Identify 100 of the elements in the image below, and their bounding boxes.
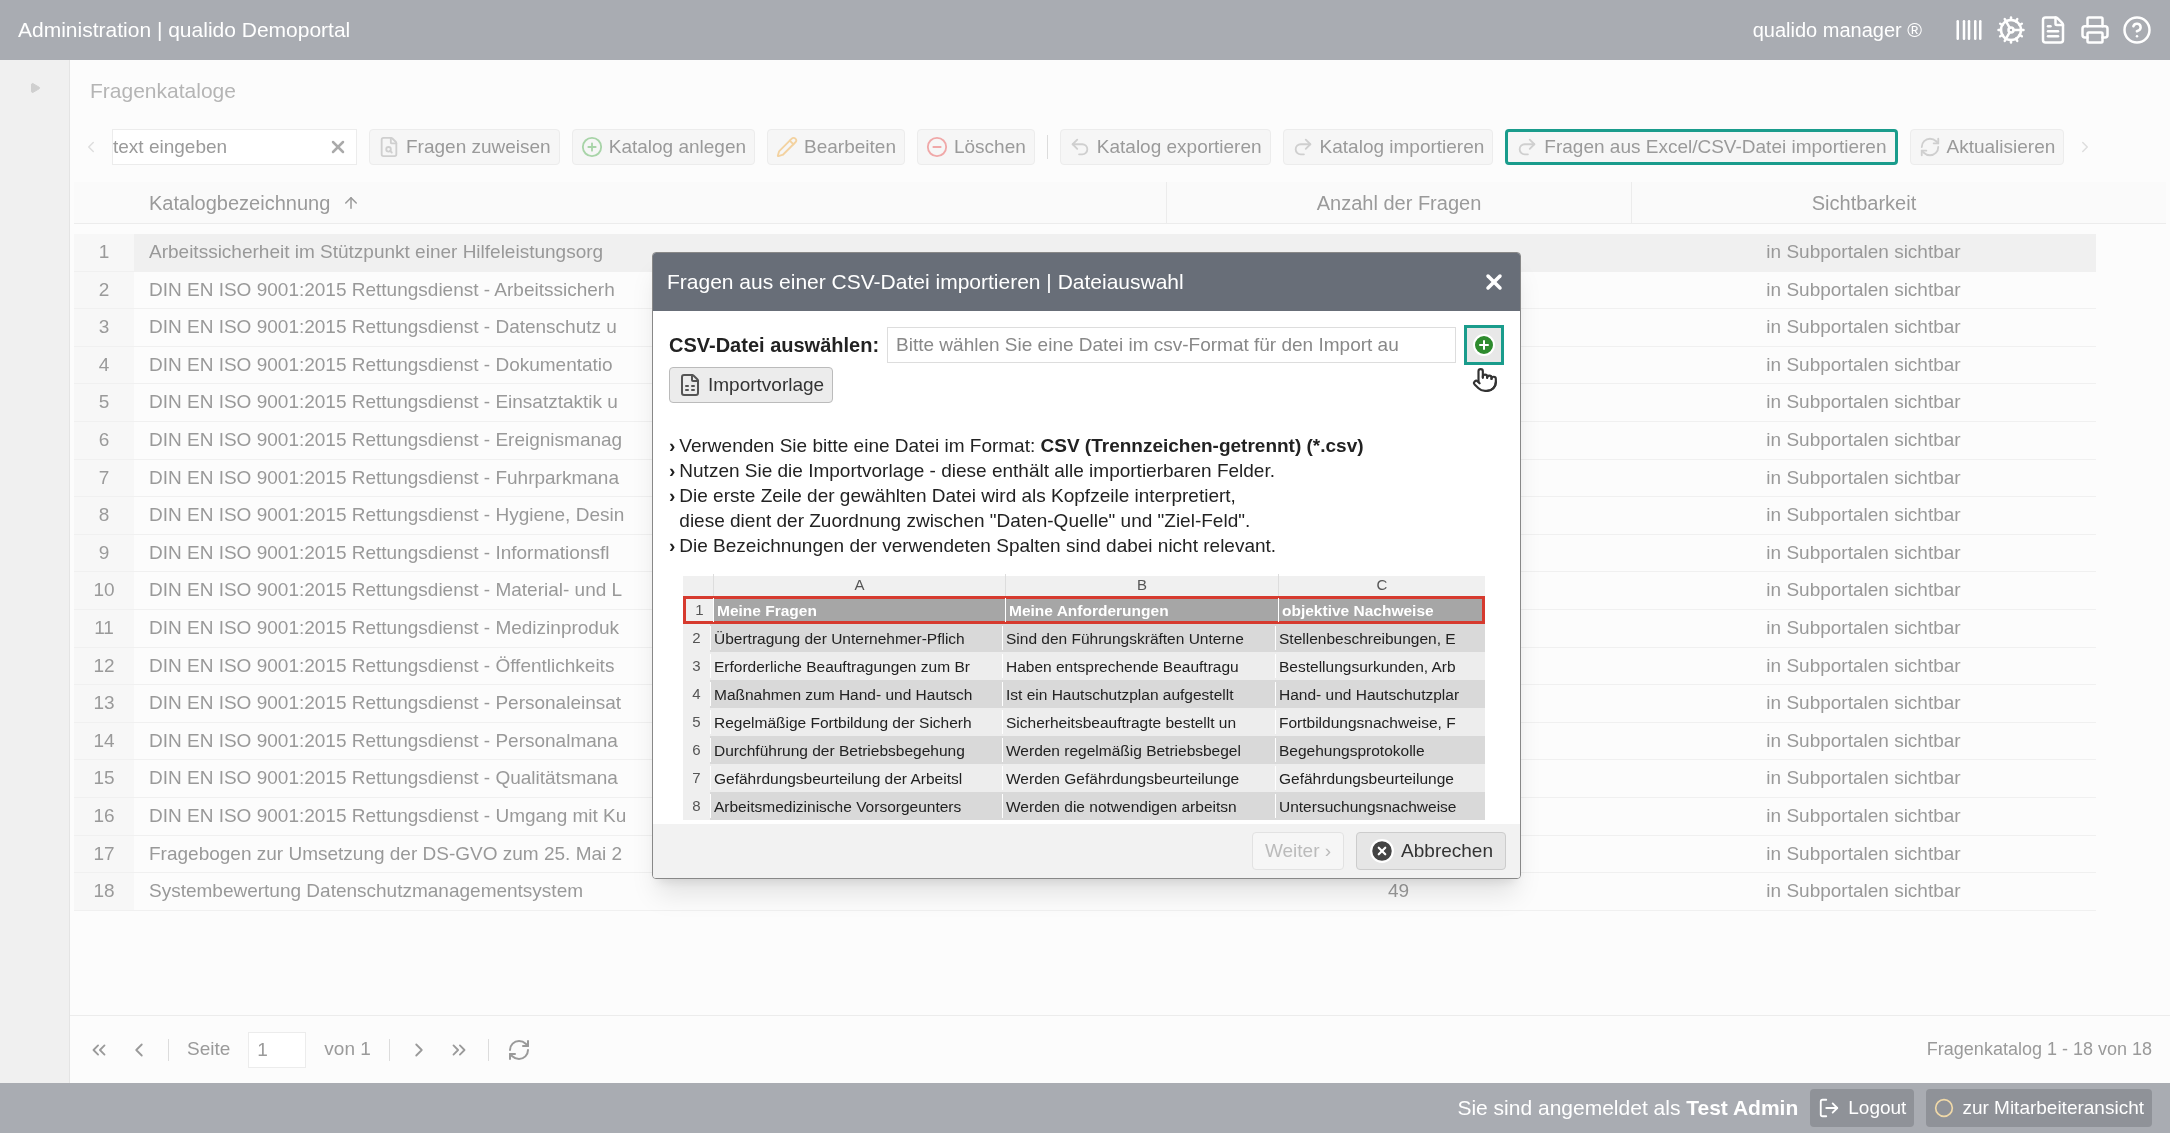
page-input[interactable]: 1: [248, 1031, 307, 1068]
page-count: von 1: [324, 1037, 371, 1062]
help-icon[interactable]: [2122, 15, 2152, 45]
product-name: qualido manager ®: [1752, 18, 1922, 43]
page-title: Fragenkataloge: [90, 78, 236, 105]
instruction-text: diese dient der Zuordnung zwischen "Daten-Quelle" und "Ziel-Feld".: [679, 509, 1251, 533]
file-field[interactable]: Bitte wählen Sie eine Datei im csv-Format für den Import au: [887, 327, 1456, 363]
cancel-icon: [1369, 838, 1396, 864]
add-file-button[interactable]: [1464, 325, 1504, 365]
table-cell: Fragebogen zur Umsetzung der DS-GVO zum 25. Mai 2: [149, 842, 623, 864]
toolbar-button[interactable]: Katalog anlegen: [571, 129, 756, 165]
logout-icon: [1818, 1097, 1841, 1119]
table-cell-text: 49: [1387, 879, 1410, 904]
row-number: 1: [98, 240, 110, 265]
table-cell-text: in Subportalen sichtbar: [1766, 766, 1961, 791]
table-cell-text: in Subportalen sichtbar: [1766, 503, 1961, 528]
toolbar-button[interactable]: Bearbeiten: [767, 129, 905, 165]
table-cell-text: in Subportalen sichtbar: [1766, 578, 1961, 603]
row-number: 3: [98, 315, 110, 340]
pencil-icon: [776, 136, 799, 158]
row-number: 9: [98, 540, 110, 565]
table-cell: DIN EN ISO 9001:2015 Rettungsdienst - Datenschutz u: [149, 316, 617, 338]
search-field[interactable]: text eingeben: [112, 129, 357, 165]
instruction-text: Die Bezeichnungen der verwendeten Spalten sind dabei nicht relevant.: [679, 534, 1277, 558]
column-header[interactable]: Sichtbarkeit: [1811, 187, 1917, 218]
sheet-cell: Sicherheitsbeauftragte bestellt un: [1006, 713, 1237, 731]
column-letter: B: [1137, 574, 1147, 595]
table-cell: DIN EN ISO 9001:2015 Rettungsdienst - Medizinproduk: [149, 617, 619, 638]
table-cell-text: in Subportalen sichtbar: [1766, 841, 1961, 866]
instruction-text: Die erste Zeile der gewählten Datei wird als Kopfzeile interpretiert,: [679, 484, 1237, 508]
sheet-row-number: 8: [692, 795, 701, 816]
table-row[interactable]: 18 Systembewertung Datenschutzmanagementsystem 49 in Subportalen sichtbar: [74, 873, 2096, 911]
table-cell: Arbeitssicherheit im Stützpunkt einer Hilfeleistungsorg: [149, 241, 604, 263]
search-document-icon: [378, 136, 400, 158]
sheet-cell: Hand- und Hautschutzplar: [1279, 685, 1460, 703]
column-letter: A: [854, 574, 865, 595]
row-number: 6: [98, 428, 110, 452]
toolbar-button[interactable]: Fragen aus Excel/CSV-Datei importieren: [1505, 129, 1898, 165]
dialog-button[interactable]: Abbrechen: [1356, 832, 1506, 870]
table-cell-text: in Subportalen sichtbar: [1766, 691, 1961, 716]
status-button[interactable]: Logout: [1810, 1089, 1915, 1127]
table-cell-text: in Subportalen sichtbar: [1766, 240, 1961, 265]
row-number: 14: [93, 728, 115, 753]
row-number: 16: [93, 803, 115, 828]
table-cell: DIN EN ISO 9001:2015 Rettungsdienst - Qualitätsmana: [149, 767, 618, 789]
table-cell: DIN EN ISO 9001:2015 Rettungsdienst - Material- und L: [149, 579, 623, 601]
table-cell: DIN EN ISO 9001:2015 Rettungsdienst - Personaleinsat: [149, 692, 622, 714]
table-cell: DIN EN ISO 9001:2015 Rettungsdienst - Arbeitssicherh: [149, 278, 615, 300]
sheet-cell: Regelmäßige Fortbildung der Sicherh: [714, 713, 972, 731]
table-cell-text: in Subportalen sichtbar: [1766, 428, 1961, 452]
toolbar-button[interactable]: Löschen: [916, 129, 1035, 165]
column-header[interactable]: Anzahl der Fragen: [1316, 187, 1482, 218]
toolbar-button[interactable]: Fragen zuweisen: [369, 129, 560, 165]
instruction-text: Nutzen Sie die Importvorlage - diese enthält alle importierbaren Felder.: [679, 459, 1275, 483]
table-cell-text: in Subportalen sichtbar: [1766, 879, 1961, 904]
table-cell: DIN EN ISO 9001:2015 Rettungsdienst - Umgang mit Ku: [149, 804, 627, 826]
row-number: 8: [98, 503, 110, 528]
sheet-cell: Stellenbeschreibungen, E: [1279, 629, 1456, 647]
table-cell-text: in Subportalen sichtbar: [1766, 540, 1961, 565]
status-button[interactable]: zur Mitarbeiteransicht: [1926, 1089, 2152, 1127]
expand-caret-icon[interactable]: [28, 82, 41, 94]
table-cell-text: in Subportalen sichtbar: [1766, 315, 1961, 340]
bullet-chevron: ›: [669, 534, 676, 558]
bullet-chevron: ›: [669, 434, 676, 458]
sheet-cell: Werden regelmäßig Betriebsbegel: [1006, 741, 1241, 759]
sheet-cell: Gefährdungsbeurteilunge: [1279, 769, 1454, 787]
spreadsheet-file-icon: [678, 373, 702, 397]
table-cell-text: in Subportalen sichtbar: [1766, 390, 1961, 415]
row-number: 11: [94, 616, 114, 640]
sheet-cell: Maßnahmen zum Hand- und Hautsch: [714, 685, 973, 703]
app-title: Administration | qualido Demoportal: [18, 17, 351, 44]
file-label: CSV-Datei auswählen:: [669, 333, 880, 358]
search-input[interactable]: text eingeben: [113, 132, 328, 162]
sheet-cell: Übertragung der Unternehmer-Pflich: [714, 629, 965, 647]
login-info: Sie sind angemeldet als Test Admin: [1457, 1095, 1799, 1122]
row-number: 7: [98, 465, 110, 490]
template-button[interactable]: Importvorlage: [669, 367, 834, 403]
bullet-chevron: ›: [669, 484, 676, 508]
printer-icon[interactable]: [2080, 15, 2110, 45]
row-number: 5: [98, 390, 110, 415]
column-header[interactable]: Katalogbezeichnung: [149, 187, 331, 218]
refresh-icon: [1918, 136, 1941, 158]
sheet-row-number: 7: [692, 767, 701, 788]
refresh-icon[interactable]: [506, 1037, 531, 1062]
toolbar-button[interactable]: Aktualisieren: [1909, 129, 2065, 165]
table-cell: Systembewertung Datenschutzmanagementsystem: [149, 880, 584, 902]
sheet-cell: Begehungsprotokolle: [1279, 741, 1425, 759]
table-cell: DIN EN ISO 9001:2015 Rettungsdienst - Ereignismanag: [149, 429, 623, 450]
table-cell-text: in Subportalen sichtbar: [1766, 728, 1961, 753]
table-cell: DIN EN ISO 9001:2015 Rettungsdienst - Informationsfl: [149, 541, 610, 563]
table-cell: DIN EN ISO 9001:2015 Rettungsdienst - Fuhrparkmana: [149, 466, 619, 488]
sheet-cell: Gefährdungsbeurteilung der Arbeitsl: [714, 769, 963, 787]
row-number: 13: [93, 691, 115, 716]
sheet-cell: Werden Gefährdungsbeurteilunge: [1006, 769, 1240, 787]
sheet-row-number: 6: [692, 739, 701, 760]
row-number: 15: [93, 766, 115, 791]
table-cell: DIN EN ISO 9001:2015 Rettungsdienst - Hygiene, Desin: [149, 504, 625, 526]
toolbar-button[interactable]: Katalog importieren: [1282, 129, 1494, 165]
bullet-chevron: ›: [669, 459, 676, 483]
toolbar-button[interactable]: Katalog exportieren: [1059, 129, 1271, 165]
